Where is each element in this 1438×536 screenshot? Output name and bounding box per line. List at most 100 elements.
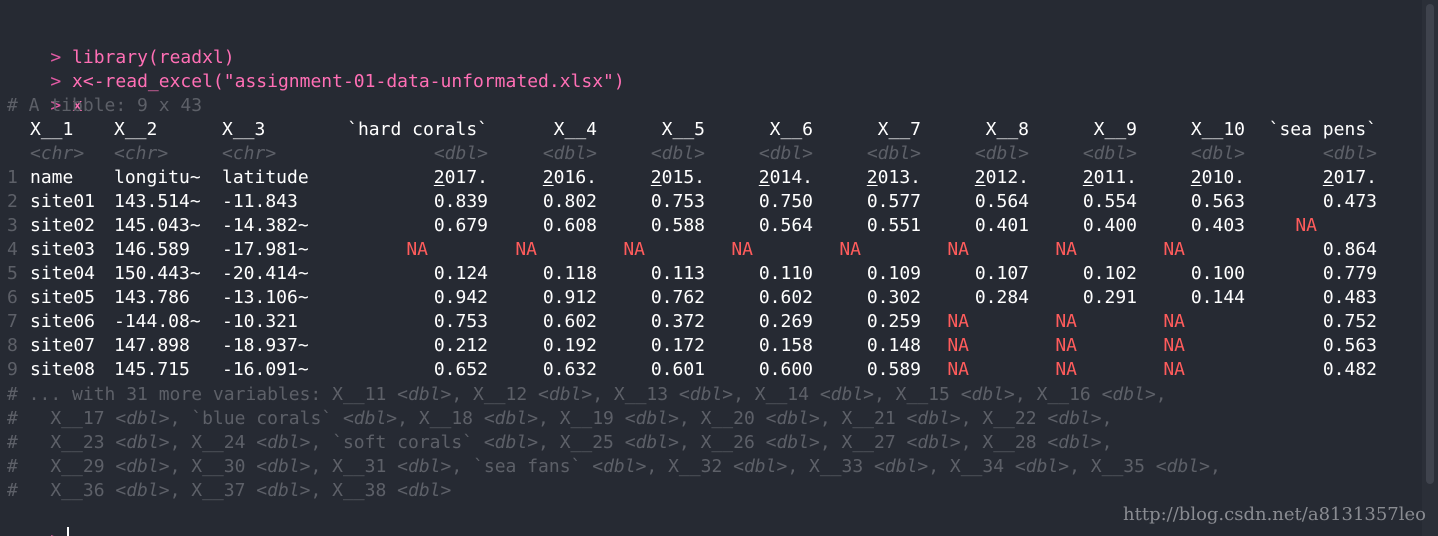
footer-line: # X__17 <dbl>, `blue corals` <dbl>, X__1… [7, 407, 1112, 431]
active-prompt-line[interactable]: > [7, 503, 70, 536]
table-cell: 147.898 [114, 335, 190, 356]
footer-text: , X__19 [538, 408, 625, 429]
table-cell: 0.302 [866, 287, 921, 308]
na-cell: NA [1055, 359, 1077, 380]
footer-text: , X__15 [874, 384, 961, 405]
table-cell: -10.321 [222, 311, 298, 332]
table-cell: 0.802 [542, 191, 597, 212]
footer-text: , X__28 [960, 432, 1048, 453]
variable-type: <dbl> [115, 480, 170, 501]
na-cell: NA [1163, 335, 1185, 356]
table-cell: 0.259 [866, 311, 921, 332]
table-cell: site06 [30, 311, 96, 332]
command-line-3: > x [7, 70, 83, 116]
table-cell: 0.602 [758, 287, 813, 308]
table-cell: 0.401 [974, 215, 1029, 236]
footer-text: , [1101, 432, 1113, 453]
tibble-header: # A tibble: 9 x 43 [7, 95, 203, 116]
na-cell: NA [623, 239, 645, 260]
table-cell: -11.843 [222, 191, 298, 212]
table-cell: 0.762 [650, 287, 705, 308]
table-cell: 0.403 [1190, 215, 1245, 236]
footer-text: , X__24 [169, 432, 257, 453]
vertical-scrollbar[interactable] [1422, 0, 1438, 536]
command-line-2: > x<-read_excel("assignment-01-data-unfo… [7, 46, 624, 92]
table-cell: 2011. [1082, 167, 1137, 188]
table-cell: 146.589 [114, 239, 190, 260]
row-number: 3 [7, 215, 18, 236]
table-cell: -20.414~ [222, 263, 309, 284]
variable-type: <dbl> [483, 408, 539, 429]
table-cell: 0.113 [650, 263, 705, 284]
variable-type: <dbl> [624, 432, 679, 453]
variable-type: <dbl> [1047, 408, 1102, 429]
column-header: `hard corals` [347, 119, 488, 140]
table-cell: 0.632 [542, 359, 597, 380]
table-row: 9 site08 145.715 -16.091~ 0.652 0.632 0.601 0.6… [0, 358, 1420, 382]
variable-type: <dbl> [624, 408, 679, 429]
variable-type: <dbl> [819, 384, 874, 405]
na-cell: NA [1295, 215, 1317, 236]
footer-text: , X__32 [646, 456, 734, 477]
table-cell: 0.110 [758, 263, 813, 284]
table-cell: site05 [30, 287, 96, 308]
footer-text: , X__18 [397, 408, 484, 429]
table-cell: site03 [30, 239, 96, 260]
na-cell: NA [1163, 311, 1185, 332]
variable-type: <dbl> [115, 456, 170, 477]
footer-text: # X__36 [7, 480, 116, 501]
na-cell: NA [947, 239, 969, 260]
table-cell: -16.091~ [222, 359, 309, 380]
table-cell: 0.148 [866, 335, 921, 356]
footer-text: , `sea fans` [451, 456, 593, 477]
table-cell: 0.753 [433, 311, 488, 332]
table-cell: -14.382~ [222, 215, 309, 236]
footer-line: # X__29 <dbl>, X__30 <dbl>, X__31 <dbl>,… [7, 455, 1221, 479]
table-row: 7 site06 -144.08~ -10.321 0.753 0.602 0.372 0.2… [0, 310, 1420, 334]
r-console[interactable]: > library(readxl) > x<-read_excel("assig… [0, 0, 1422, 536]
table-cell: -13.106~ [222, 287, 309, 308]
table-cell: 0.652 [433, 359, 488, 380]
table-cell: 143.514~ [114, 191, 201, 212]
variable-type: <dbl> [256, 432, 311, 453]
table-cell: 0.100 [1190, 263, 1245, 284]
table-cell: 2015. [650, 167, 705, 188]
variable-type: <dbl> [397, 384, 452, 405]
footer-text: , X__37 [169, 480, 257, 501]
table-cell: 150.443~ [114, 263, 201, 284]
footer-text: , [1155, 384, 1167, 405]
row-number: 8 [7, 335, 18, 356]
footer-text: , X__21 [819, 408, 907, 429]
table-cell: 2017. [433, 167, 488, 188]
variable-type: <dbl> [733, 456, 788, 477]
table-cell: 0.752 [1322, 311, 1377, 332]
footer-text: , X__14 [733, 384, 820, 405]
table-cell: 0.864 [1322, 239, 1377, 260]
table-cell: 0.839 [433, 191, 488, 212]
column-type: <dbl> [974, 143, 1029, 164]
table-cell: 0.942 [433, 287, 488, 308]
command-line-1: > library(readxl) [7, 22, 234, 68]
footer-line: # X__36 <dbl>, X__37 <dbl>, X__38 <dbl> [7, 479, 451, 503]
variable-type: <dbl> [960, 384, 1015, 405]
table-cell: 145.715 [114, 359, 190, 380]
column-type: <dbl> [1082, 143, 1137, 164]
scrollbar-thumb[interactable] [1426, 4, 1434, 484]
na-cell: NA [406, 239, 428, 260]
table-cell: 0.482 [1322, 359, 1377, 380]
table-cell: site04 [30, 263, 96, 284]
row-number: 2 [7, 191, 18, 212]
column-header: X__3 [222, 119, 266, 140]
table-row: 1 name longitu~ latitude 2017. 2016. 2015. 2014… [0, 166, 1420, 190]
table-cell: 0.753 [650, 191, 705, 212]
table-cell: 0.118 [542, 263, 597, 284]
column-type: <dbl> [542, 143, 597, 164]
na-cell: NA [1055, 311, 1077, 332]
table-cell: 0.269 [758, 311, 813, 332]
footer-text: , X__22 [960, 408, 1048, 429]
footer-text: , X__26 [678, 432, 766, 453]
na-cell: NA [1055, 239, 1077, 260]
table-row: 2 site01 143.514~ -11.843 0.839 0.802 0.753 0.7… [0, 190, 1420, 214]
table-cell: latitude [222, 167, 309, 188]
table-cell: 2017. [1322, 167, 1377, 188]
